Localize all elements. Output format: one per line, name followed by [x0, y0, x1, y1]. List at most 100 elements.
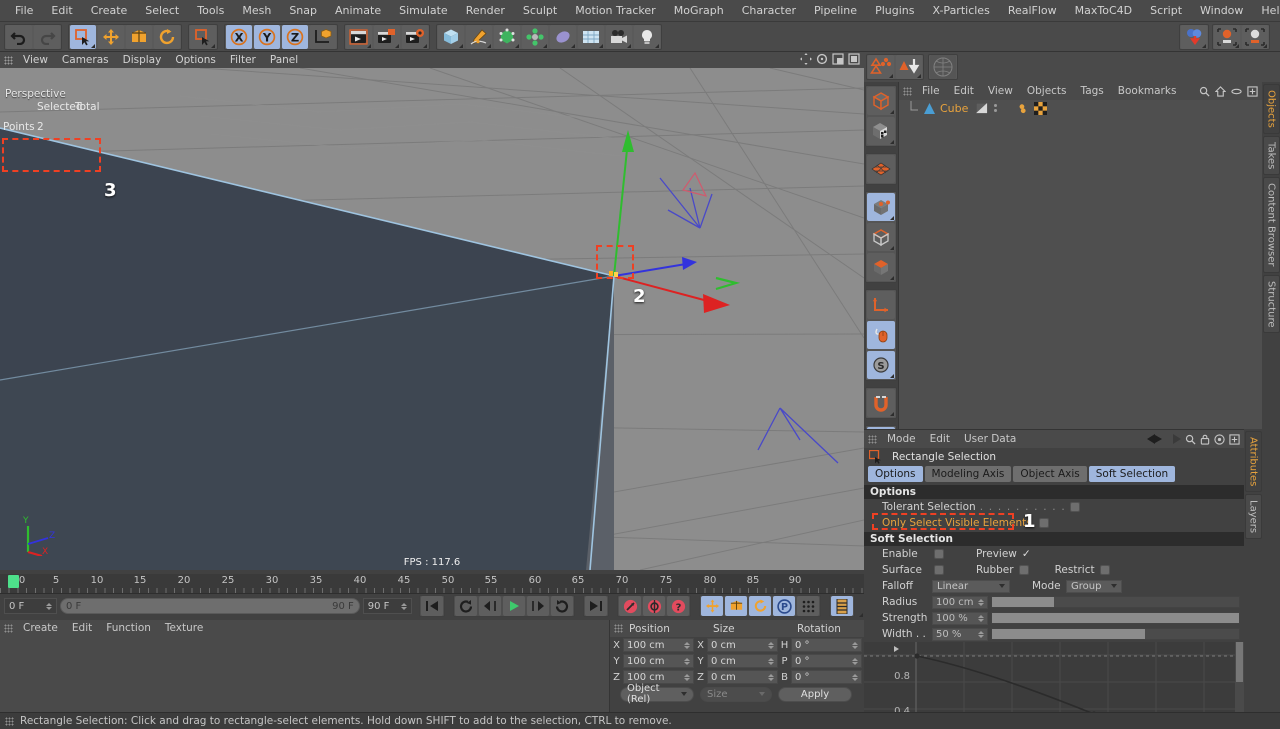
viewport-navigation-icons[interactable] [800, 53, 860, 65]
undo-button[interactable] [6, 24, 32, 49]
material-menu-function[interactable]: Function [99, 620, 158, 637]
expand-icon[interactable] [1229, 433, 1240, 445]
rectangle-selection-tool-button[interactable] [190, 24, 216, 49]
viewport-menu-filter[interactable]: Filter [223, 52, 263, 68]
apply-button[interactable]: Apply [778, 686, 852, 702]
coordinate-manager-panel[interactable]: Position Size Rotation X 100 cm X 0 cm H… [610, 620, 864, 712]
coord-size-z-field[interactable]: 0 cm [707, 670, 778, 684]
attr-menu-edit[interactable]: Edit [923, 430, 957, 448]
deformer-button[interactable] [522, 24, 548, 49]
tab-modeling-axis[interactable]: Modeling Axis [924, 466, 1012, 482]
viewport-menu-view[interactable]: View [16, 52, 55, 68]
loop-back-button[interactable] [455, 596, 478, 616]
cloth-simulate-button[interactable] [868, 55, 894, 79]
object-menu-objects[interactable]: Objects [1020, 82, 1074, 100]
object-menu-bookmarks[interactable]: Bookmarks [1111, 82, 1184, 100]
menu-item-pipeline[interactable]: Pipeline [805, 0, 866, 22]
coord-rotation-b-field[interactable]: 0 ° [791, 670, 862, 684]
menu-item-character[interactable]: Character [733, 0, 805, 22]
timeline-playhead[interactable] [8, 575, 19, 588]
polygon-grid-mode-button[interactable] [867, 155, 895, 183]
camera-button[interactable] [606, 24, 632, 49]
texture-mode-button[interactable] [867, 117, 895, 145]
object-menu-view[interactable]: View [981, 82, 1020, 100]
rotate-view-icon[interactable] [832, 53, 844, 65]
main-toolbar[interactable]: X Y Z [0, 22, 1280, 52]
soft-row-enable-preview[interactable]: Enable Preview ✓ [864, 546, 1244, 562]
scale-key-button[interactable] [725, 596, 748, 616]
current-state-to-object-button[interactable] [1242, 24, 1268, 49]
object-menu-file[interactable]: File [915, 82, 947, 100]
menu-item-file[interactable]: File [6, 0, 42, 22]
coord-position-y-field[interactable]: 100 cm [623, 654, 694, 668]
object-name-cube[interactable]: Cube [940, 102, 968, 115]
side-tab-takes[interactable]: Takes [1262, 135, 1280, 176]
coord-row-y[interactable]: Y 100 cm Y 0 cm P 0 ° [610, 653, 864, 669]
light-button[interactable] [634, 24, 660, 49]
menu-item-window[interactable]: Window [1191, 0, 1252, 22]
checkbox-only-select-visible-elements[interactable] [1038, 518, 1049, 528]
menu-item-create[interactable]: Create [82, 0, 137, 22]
stepper-icon[interactable] [45, 602, 52, 610]
stepper-icon[interactable] [684, 657, 690, 665]
coord-size-y-field[interactable]: 0 cm [707, 654, 778, 668]
phong-tag-icon[interactable] [1019, 103, 1030, 114]
side-tab-structure[interactable]: Structure [1262, 274, 1280, 334]
home-icon[interactable] [1215, 85, 1226, 97]
visibility-dots[interactable] [994, 104, 998, 112]
slider-radius[interactable] [991, 596, 1240, 608]
field-radius[interactable]: 100 cm [932, 595, 988, 609]
menu-item-realflow[interactable]: RealFlow [999, 0, 1066, 22]
maximize-view-icon[interactable] [848, 53, 860, 65]
search-icon[interactable] [1185, 434, 1196, 445]
sphere-preview-button[interactable] [930, 55, 956, 79]
coord-position-z-field[interactable]: 100 cm [623, 670, 694, 684]
right-side-tabs-top[interactable]: Objects Takes Content Browser Structure [1262, 82, 1280, 570]
viewport-menu-bar[interactable]: View Cameras Display Options Filter Pane… [0, 52, 864, 68]
parameter-key-button[interactable]: P [773, 596, 796, 616]
side-tab-attributes[interactable]: Attributes [1244, 431, 1262, 493]
preview-end-field[interactable]: 90 F [362, 598, 413, 614]
stepper-icon[interactable] [684, 673, 690, 681]
zoom-icon[interactable] [816, 53, 828, 65]
expand-icon[interactable] [1247, 85, 1258, 97]
coord-size-dropdown[interactable]: Size [700, 686, 772, 702]
timeline-panel[interactable]: 0 5 10 15 20 25 30 35 40 45 50 55 60 65 … [0, 574, 864, 618]
position-key-button[interactable] [701, 596, 724, 616]
material-manager-menu[interactable]: Create Edit Function Texture [0, 620, 609, 637]
menu-item-simulate[interactable]: Simulate [390, 0, 457, 22]
coord-position-x-field[interactable]: 100 cm [623, 638, 694, 652]
checkbox-rubber[interactable] [1018, 565, 1029, 575]
rotation-key-button[interactable] [749, 596, 772, 616]
back-arrow-icon[interactable] [1147, 434, 1163, 444]
stepper-icon[interactable] [852, 673, 858, 681]
stepper-icon[interactable] [978, 614, 984, 622]
soft-row-strength[interactable]: Strength 100 % [864, 610, 1244, 626]
menu-item-plugins[interactable]: Plugins [866, 0, 923, 22]
menu-item-sculpt[interactable]: Sculpt [514, 0, 566, 22]
viewport-menu-options[interactable]: Options [168, 52, 223, 68]
menu-bar[interactable]: File Edit Create Select Tools Mesh Snap … [0, 0, 1280, 22]
magnet-tool-button[interactable] [867, 389, 895, 417]
timeline-window-button[interactable] [831, 596, 854, 616]
viewport-3d-canvas[interactable]: Perspective Selected Total Points 2 Y X … [0, 68, 864, 570]
current-frame-field[interactable]: 0 F [4, 598, 57, 614]
attribute-tabs[interactable]: Options Modeling Axis Object Axis Soft S… [864, 466, 1244, 485]
attribute-manager-menu[interactable]: Mode Edit User Data [864, 430, 1244, 448]
timeline-ruler[interactable]: 0 5 10 15 20 25 30 35 40 45 50 55 60 65 … [0, 574, 864, 594]
stepper-icon[interactable] [768, 641, 774, 649]
make-editable-mode-button[interactable] [867, 87, 895, 115]
step-back-button[interactable] [479, 596, 502, 616]
material-menu-texture[interactable]: Texture [158, 620, 210, 637]
ellipse-icon[interactable] [1231, 86, 1242, 97]
make-editable-button[interactable] [1181, 24, 1207, 49]
side-tab-layers[interactable]: Layers [1244, 494, 1262, 540]
rotate-tool-button[interactable] [154, 24, 180, 49]
object-row-cube[interactable]: Cube [899, 100, 1262, 116]
field-strength[interactable]: 100 % [932, 611, 988, 625]
lock-y-axis-button[interactable]: Y [254, 24, 280, 49]
snap-toggle-button[interactable]: S [867, 351, 895, 379]
go-to-start-button[interactable] [421, 596, 444, 616]
lock-x-axis-button[interactable]: X [226, 24, 252, 49]
scene-object-button[interactable] [550, 24, 576, 49]
